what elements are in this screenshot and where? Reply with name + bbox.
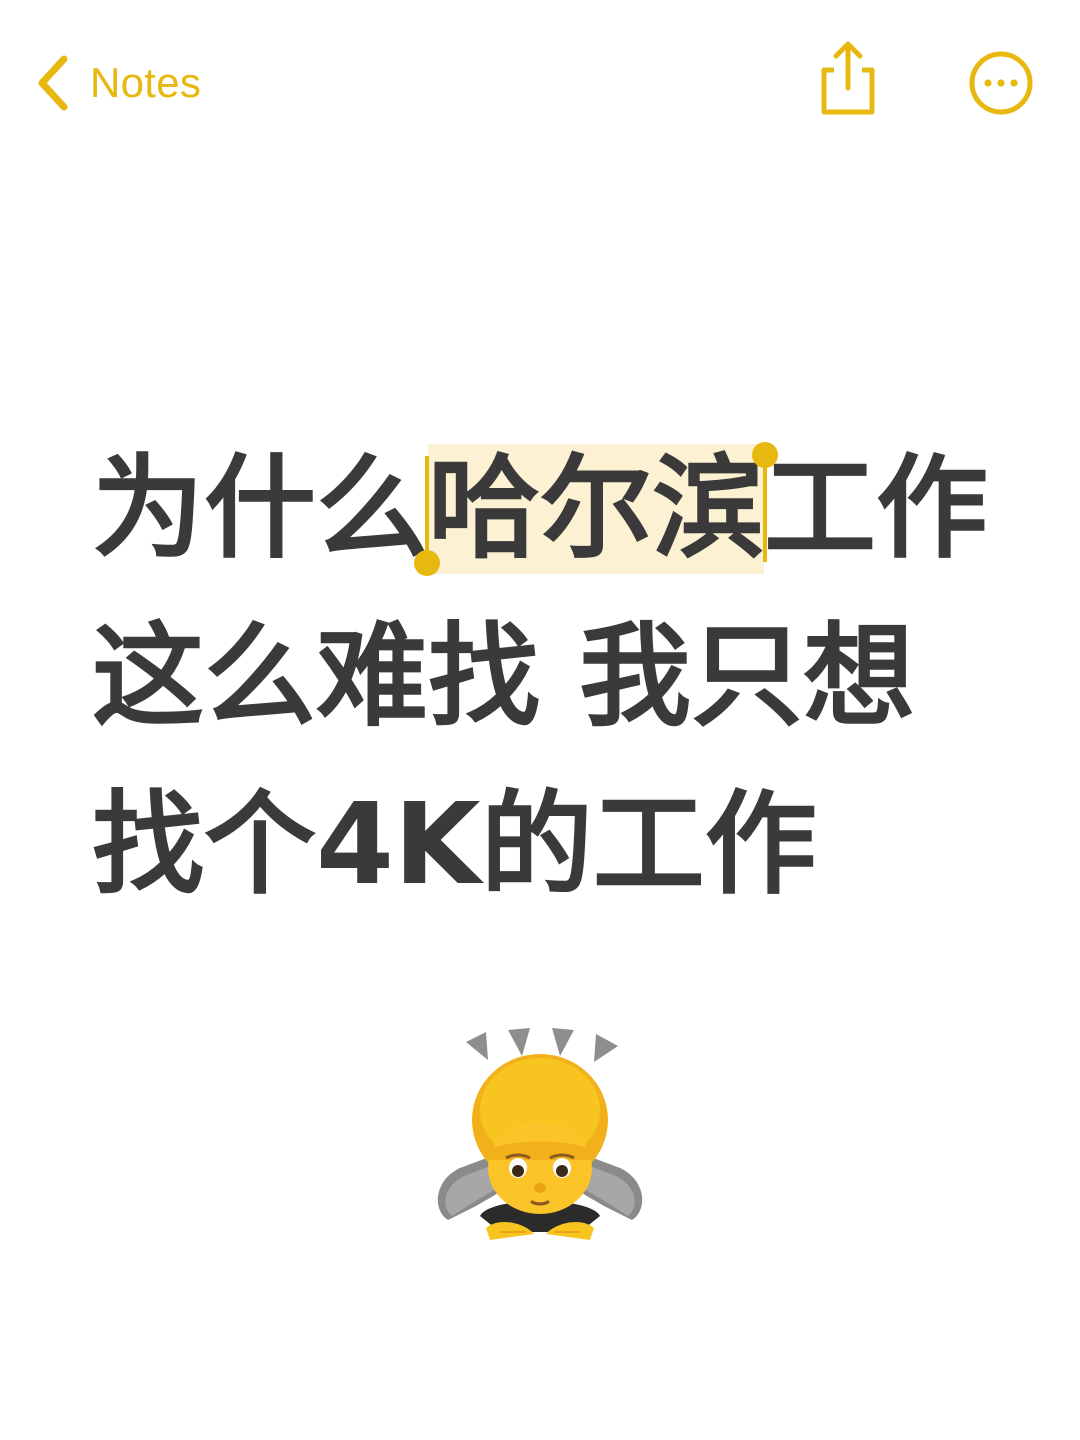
ellipsis-circle-icon — [969, 51, 1033, 115]
more-button[interactable] — [966, 48, 1036, 118]
selected-text[interactable]: 哈尔滨 — [414, 442, 778, 576]
note-body[interactable]: 为什么 哈尔滨 工作 这么难找 我只想 找个4K的工作 — [92, 425, 1052, 929]
share-icon — [821, 41, 875, 115]
note-line-1: 为什么 哈尔滨 工作 — [92, 425, 1052, 593]
back-button[interactable]: Notes — [36, 48, 201, 118]
text-after-selection: 工作 — [764, 444, 988, 574]
selection-start-handle[interactable] — [414, 550, 440, 576]
selection-end-handle[interactable] — [752, 442, 778, 468]
text-before-selection: 为什么 — [92, 444, 428, 574]
share-button[interactable] — [812, 38, 882, 118]
selection-end-bar — [763, 456, 767, 562]
chevron-left-icon — [38, 55, 68, 111]
back-label: Notes — [90, 59, 202, 106]
person-bowing-icon — [430, 1020, 650, 1260]
selected-text-content: 哈尔滨 — [428, 444, 764, 574]
note-line-3: 找个4K的工作 — [92, 780, 817, 910]
note-line-2: 这么难找 我只想 — [92, 612, 915, 742]
navigation-bar: Notes — [0, 0, 1080, 170]
selection-start-bar — [425, 456, 429, 562]
